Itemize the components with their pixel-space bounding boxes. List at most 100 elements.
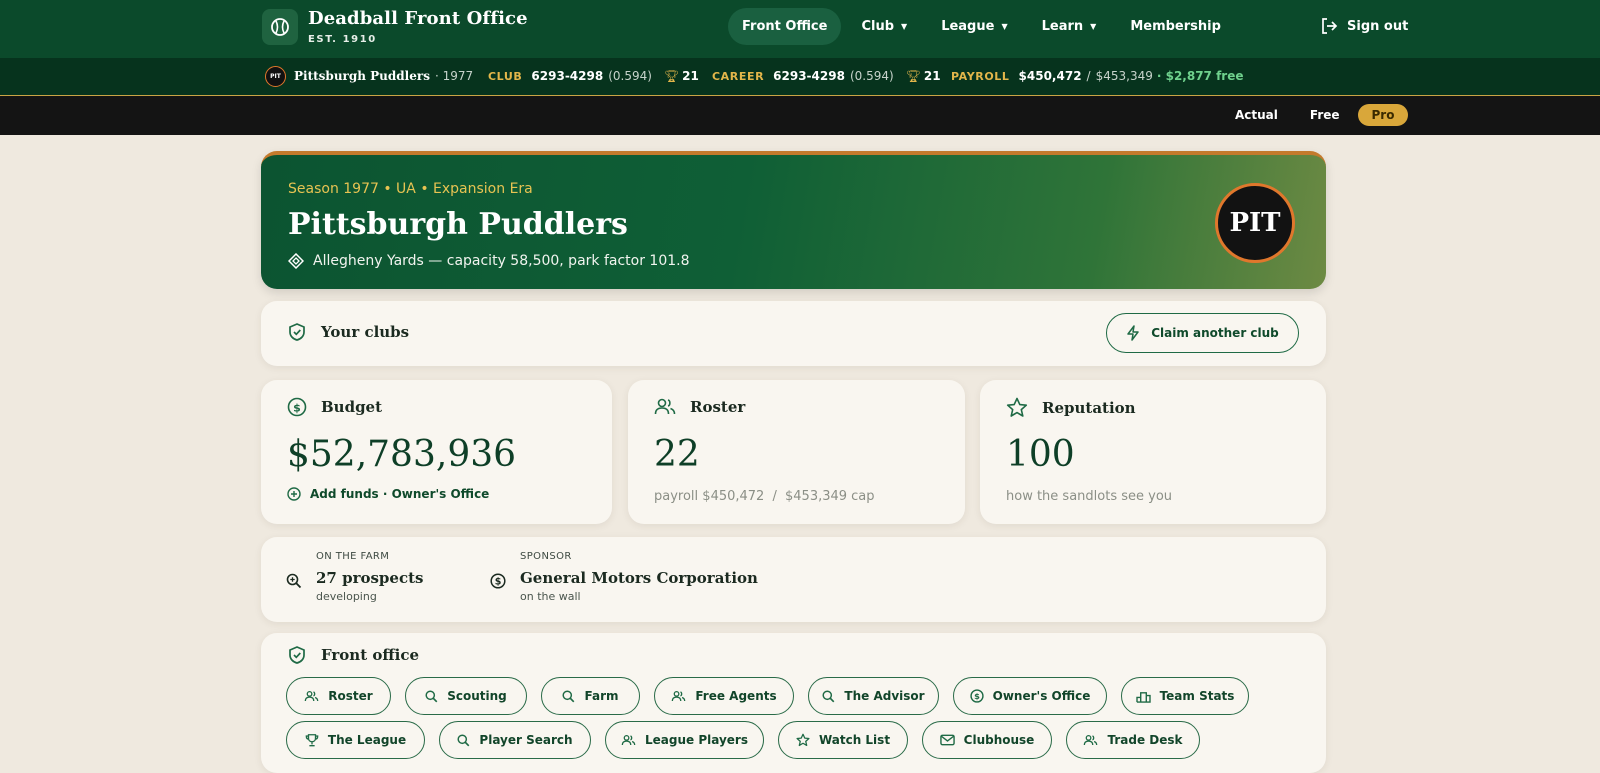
budget-heading: $ Budget — [287, 397, 382, 417]
reputation-sub: how the sandlots see you — [1006, 489, 1173, 504]
sponsor-kicker: SPONSOR — [520, 551, 572, 562]
sponsor-name: General Motors Corporation — [520, 569, 758, 587]
magnifier-icon — [425, 689, 438, 702]
shield-icon — [289, 646, 305, 664]
team-hero-banner: Season 1977 • UA • Expansion Era Pittsbu… — [261, 151, 1326, 289]
nav-front-office[interactable]: Front Office — [728, 8, 842, 45]
claim-another-club-button[interactable]: Claim another club — [1106, 313, 1299, 353]
users-icon — [1084, 734, 1098, 745]
shortcut-team-stats[interactable]: Team Stats — [1121, 677, 1249, 715]
payroll-cap: $453,349 — [1095, 69, 1153, 83]
roster-heading: Roster — [654, 397, 745, 417]
farm-kicker: ON THE FARM — [316, 551, 390, 562]
top-nav: Deadball Front Office EST. 1910 Front Of… — [0, 0, 1600, 58]
farm-prospects: 27 prospects — [316, 569, 424, 587]
magnifier-icon — [822, 689, 835, 702]
plus-circle-icon — [287, 487, 301, 501]
nav-league[interactable]: League ▼ — [927, 8, 1021, 45]
farm-status: developing — [316, 590, 377, 603]
team-chip-logo: PIT — [265, 66, 286, 87]
shield-icon — [289, 323, 305, 341]
payroll-group: PAYROLL $450,472 / $453,349 · $2,877 fre… — [951, 69, 1244, 83]
sign-out-icon — [1322, 18, 1338, 34]
add-funds-link[interactable]: Add funds · Owner's Office — [287, 487, 489, 501]
mail-icon — [939, 734, 955, 746]
brand[interactable]: Deadball Front Office EST. 1910 — [262, 9, 528, 45]
mode-toggle: Actual Free Pro — [1217, 104, 1409, 126]
payroll-value: $450,472 — [1018, 69, 1082, 83]
shortcut-roster[interactable]: Roster — [286, 677, 391, 715]
mode-pro[interactable]: Pro — [1357, 104, 1409, 126]
shortcut-farm[interactable]: Farm — [541, 677, 640, 715]
mode-free[interactable]: Free — [1296, 104, 1354, 126]
club-record-group: CLUB 6293-4298 (0.594) 🏆︎ 21 — [488, 69, 699, 83]
svg-text:$: $ — [495, 577, 502, 588]
magnifier-icon — [562, 689, 575, 702]
shortcut-the-league[interactable]: The League — [286, 721, 425, 759]
shortcut-player-search[interactable]: Player Search — [439, 721, 591, 759]
trophy-icon: 🏆︎ — [905, 69, 921, 83]
sponsor-placement: on the wall — [520, 590, 581, 603]
shortcut-scouting[interactable]: Scouting — [405, 677, 527, 715]
club-record: 6293-4298 — [531, 69, 604, 83]
users-icon — [672, 690, 686, 701]
budget-card: $ Budget $52,783,936 Add funds · Owner's… — [261, 380, 612, 524]
reputation-card: Reputation 100 how the sandlots see you — [980, 380, 1326, 524]
dollar-icon: $ — [287, 397, 307, 417]
users-icon — [304, 690, 319, 701]
team-name-group[interactable]: Pittsburgh Puddlers · 1977 — [294, 69, 473, 83]
nav-club[interactable]: Club ▼ — [847, 8, 921, 45]
brand-subtitle: EST. 1910 — [308, 34, 377, 45]
shortcut-the-advisor[interactable]: The Advisor — [808, 677, 939, 715]
your-clubs-card: Your clubs Claim another club — [261, 301, 1326, 366]
magnifier-icon — [457, 733, 470, 746]
budget-value: $52,783,936 — [287, 434, 517, 475]
farm-sponsor-card: ON THE FARM 27 prospects developing $ SP… — [261, 537, 1326, 622]
main-nav: Front Office Club ▼ League ▼ Learn ▼ Member… — [728, 8, 1241, 45]
shortcut-trade-desk[interactable]: Trade Desk — [1066, 721, 1200, 759]
hero-season: Season 1977 • UA • Expansion Era — [288, 181, 533, 197]
hero-ballpark: Allegheny Yards — capacity 58,500, park … — [288, 253, 690, 269]
team-stats-bar: PIT Pittsburgh Puddlers · 1977 CLUB 6293… — [0, 58, 1600, 96]
lightning-icon — [1127, 325, 1139, 341]
star-icon — [796, 733, 810, 747]
caret-down-icon: ▼ — [1001, 22, 1008, 31]
roster-card: Roster 22 payroll $450,472 / $453,349 ca… — [628, 380, 965, 524]
diamond-icon — [288, 253, 304, 269]
nav-learn[interactable]: Learn ▼ — [1028, 8, 1111, 45]
podium-icon — [1135, 691, 1151, 703]
svg-text:$: $ — [974, 691, 980, 701]
sign-out-button[interactable]: Sign out — [1320, 17, 1408, 35]
trophy-icon: 🏆︎ — [663, 69, 680, 83]
star-icon — [1006, 397, 1028, 417]
shortcut-league-players[interactable]: League Players — [605, 721, 764, 759]
team-logo: PIT — [1215, 183, 1295, 263]
mode-bar: Actual Free Pro — [0, 96, 1600, 135]
users-icon — [621, 734, 636, 745]
reputation-heading: Reputation — [1006, 397, 1136, 418]
roster-count: 22 — [654, 434, 700, 475]
front-office-shortcuts: Roster Scouting Farm Free Agents The Adv… — [286, 677, 1316, 765]
shortcut-watch-list[interactable]: Watch List — [778, 721, 908, 759]
payroll-free: · $2,877 free — [1156, 69, 1244, 83]
users-icon — [654, 398, 676, 415]
brand-title: Deadball Front Office — [308, 8, 528, 29]
shortcut-owners-office[interactable]: $ Owner's Office — [953, 677, 1107, 715]
trophy-icon — [305, 734, 319, 747]
nav-membership[interactable]: Membership — [1116, 8, 1235, 45]
dollar-icon: $ — [969, 689, 984, 703]
magnifier-icon — [286, 573, 302, 589]
team-name: Pittsburgh Puddlers — [294, 69, 430, 83]
reputation-value: 100 — [1006, 434, 1075, 475]
mode-actual[interactable]: Actual — [1221, 104, 1292, 126]
shortcut-free-agents[interactable]: Free Agents — [654, 677, 794, 715]
roster-payroll: payroll $450,472 / $453,349 cap — [654, 489, 875, 504]
farm-summary: ON THE FARM 27 prospects developing — [286, 551, 423, 603]
dollar-icon: $ — [490, 573, 506, 589]
front-office-card: Front office Roster Scouting Farm Free A… — [261, 633, 1326, 773]
career-record: 6293-4298 — [773, 69, 845, 83]
caret-down-icon: ▼ — [901, 22, 908, 31]
sponsor-summary: $ SPONSOR General Motors Corporation on … — [490, 551, 758, 603]
caret-down-icon: ▼ — [1090, 22, 1097, 31]
shortcut-clubhouse[interactable]: Clubhouse — [922, 721, 1052, 759]
